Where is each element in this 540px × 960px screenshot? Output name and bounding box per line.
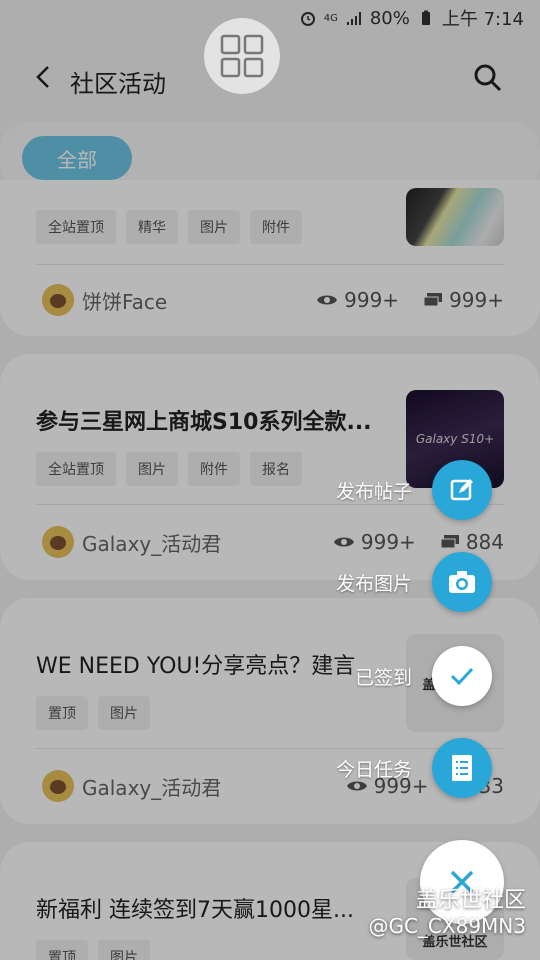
watermark-title: 盖乐世社区 bbox=[415, 888, 526, 913]
fab-label: 发布图片 bbox=[335, 572, 412, 595]
fab-publish-photo[interactable]: 发布图片 bbox=[336, 552, 492, 612]
fab-publish-post[interactable]: 发布帖子 bbox=[336, 460, 492, 520]
watermark-user: @GC_CX89MN3 bbox=[368, 914, 526, 938]
camera-icon bbox=[449, 571, 475, 593]
tasks-button[interactable] bbox=[432, 738, 492, 798]
fab-label: 已签到 bbox=[354, 666, 412, 689]
list-icon bbox=[452, 755, 472, 781]
fab-label: 今日任务 bbox=[335, 758, 412, 781]
fab-label: 发布帖子 bbox=[335, 480, 412, 503]
edit-icon bbox=[450, 479, 473, 501]
check-icon bbox=[450, 667, 474, 686]
edit-button[interactable] bbox=[432, 460, 492, 520]
checkin-button[interactable] bbox=[432, 646, 492, 706]
fab-checked-in[interactable]: 已签到 bbox=[355, 646, 492, 706]
fab-daily-tasks[interactable]: 今日任务 bbox=[336, 738, 492, 798]
grid-toggle-button[interactable] bbox=[204, 18, 280, 94]
grid-icon bbox=[220, 34, 264, 78]
camera-button[interactable] bbox=[432, 552, 492, 612]
